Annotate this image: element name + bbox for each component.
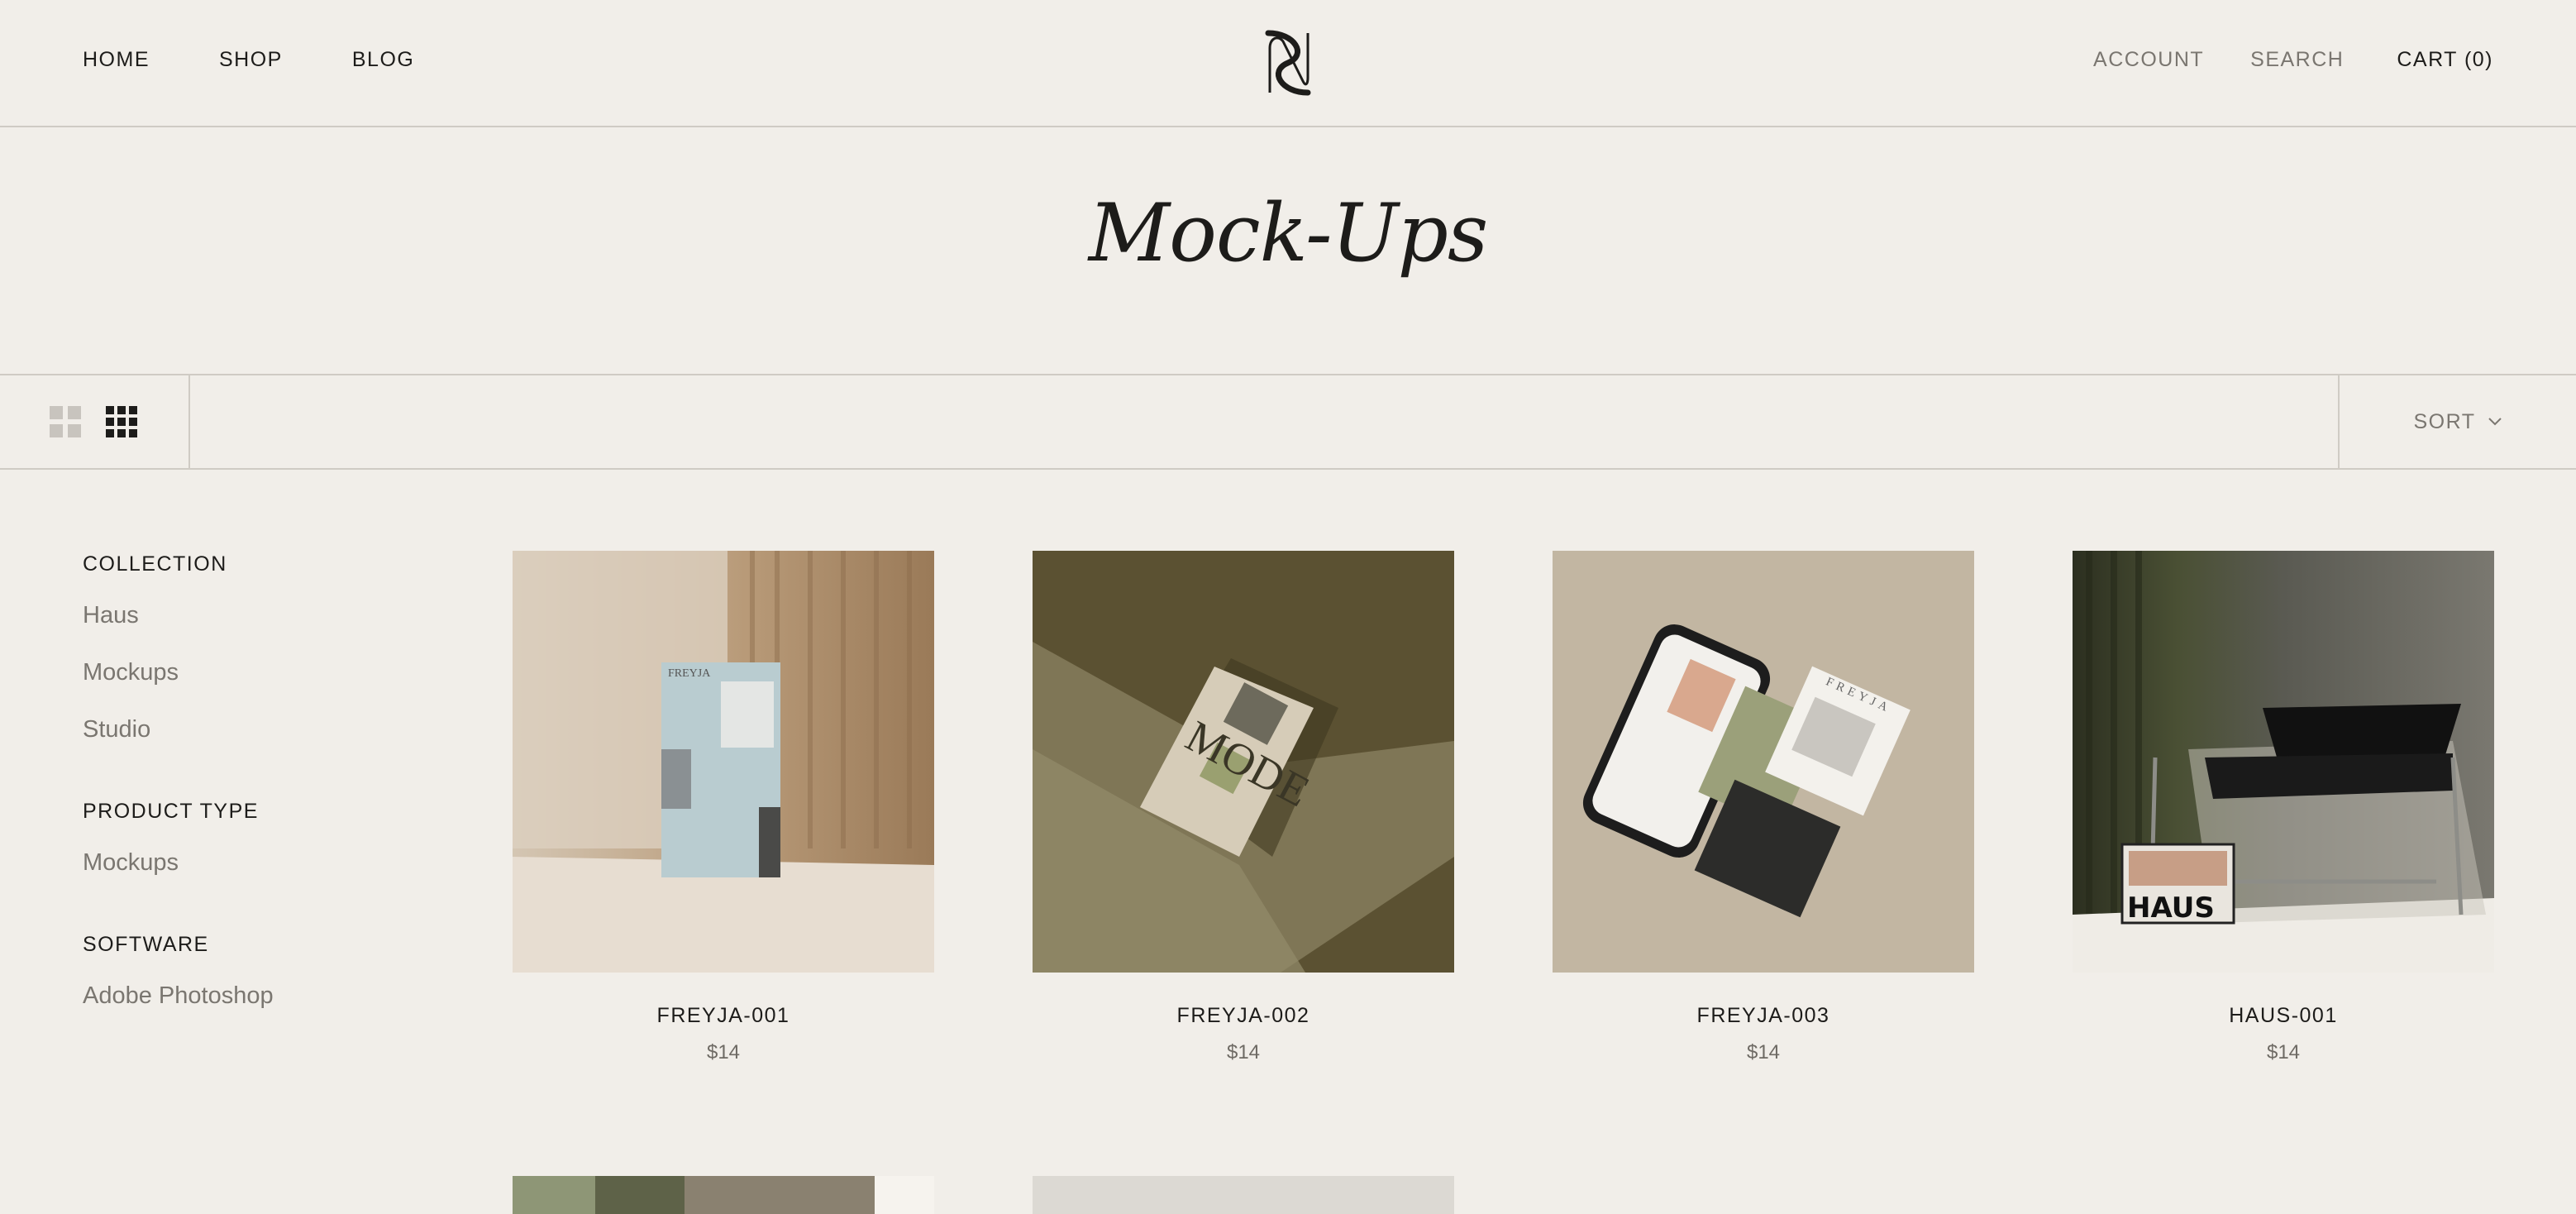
nav-home-link[interactable]: HOME	[83, 48, 150, 72]
product-card[interactable]: MODE FREYJA-002 $14	[1033, 551, 1454, 1064]
product-image[interactable]: FREYJA	[1553, 551, 1974, 973]
chevron-down-icon	[2488, 418, 2502, 426]
product-image-partial[interactable]	[1033, 1176, 1454, 1214]
product-image[interactable]: FREYJA	[513, 551, 934, 973]
filter-sidebar: COLLECTION Haus Mockups Studio PRODUCT T…	[83, 549, 463, 1063]
product-price: $14	[1746, 1041, 1781, 1063]
filter-heading: PRODUCT TYPE	[83, 800, 259, 823]
product-name[interactable]: FREYJA-001	[513, 1004, 934, 1028]
product-image-partial[interactable]	[513, 1176, 934, 1214]
view-toggle	[0, 375, 190, 468]
product-card[interactable]: FREYJA FREYJA-001 $14	[513, 551, 934, 1064]
site-header: HOME SHOP BLOG ACCOUNT SEARCH CART (0)	[0, 0, 2576, 127]
product-name[interactable]: FREYJA-002	[1033, 1004, 1454, 1028]
utility-nav: ACCOUNT SEARCH CART (0)	[2047, 48, 2493, 72]
filter-group-collection: COLLECTION Haus Mockups Studio	[83, 549, 463, 768]
product-name[interactable]: HAUS-001	[2073, 1004, 2494, 1028]
account-link[interactable]: ACCOUNT	[2093, 48, 2204, 72]
product-price: $14	[1226, 1041, 1261, 1063]
brand-logo-icon[interactable]	[1262, 30, 1314, 96]
page-title: Mock-Ups	[1088, 187, 1488, 280]
nav-shop-link[interactable]: SHOP	[219, 48, 283, 72]
sort-dropdown[interactable]: SORT	[2338, 375, 2576, 468]
product-image-text: HAUS	[2127, 891, 2215, 925]
filter-item-mockups[interactable]: Mockups	[83, 654, 463, 711]
filter-item-mockups-type[interactable]: Mockups	[83, 844, 463, 901]
filter-heading: SOFTWARE	[83, 933, 209, 956]
cart-link[interactable]: CART (0)	[2397, 48, 2493, 72]
product-image[interactable]: HAUS	[2073, 551, 2494, 973]
filter-group-product-type: PRODUCT TYPE Mockups	[83, 796, 463, 901]
product-image-text: FREYJA	[668, 667, 711, 680]
three-column-grid-icon[interactable]	[106, 406, 137, 437]
product-price: $14	[706, 1041, 741, 1063]
filter-group-software: SOFTWARE Adobe Photoshop	[83, 930, 463, 1035]
filter-item-studio[interactable]: Studio	[83, 711, 463, 768]
product-card[interactable]: FREYJA FREYJA-003 $14	[1553, 551, 1974, 1064]
sort-label: SORT	[2413, 409, 2476, 433]
primary-nav: HOME SHOP BLOG	[83, 48, 484, 72]
product-price: $14	[2266, 1041, 2301, 1063]
filter-heading: COLLECTION	[83, 552, 227, 576]
collection-toolbar: SORT	[0, 374, 2576, 470]
product-card[interactable]: HAUS HAUS-001 $14	[2073, 551, 2494, 1064]
product-name[interactable]: FREYJA-003	[1553, 1004, 1974, 1028]
filter-item-adobe-photoshop[interactable]: Adobe Photoshop	[83, 977, 463, 1035]
nav-blog-link[interactable]: BLOG	[352, 48, 414, 72]
search-link[interactable]: SEARCH	[2250, 48, 2344, 72]
filter-item-haus[interactable]: Haus	[83, 597, 463, 654]
product-image[interactable]: MODE	[1033, 551, 1454, 973]
two-column-grid-icon[interactable]	[50, 406, 81, 437]
